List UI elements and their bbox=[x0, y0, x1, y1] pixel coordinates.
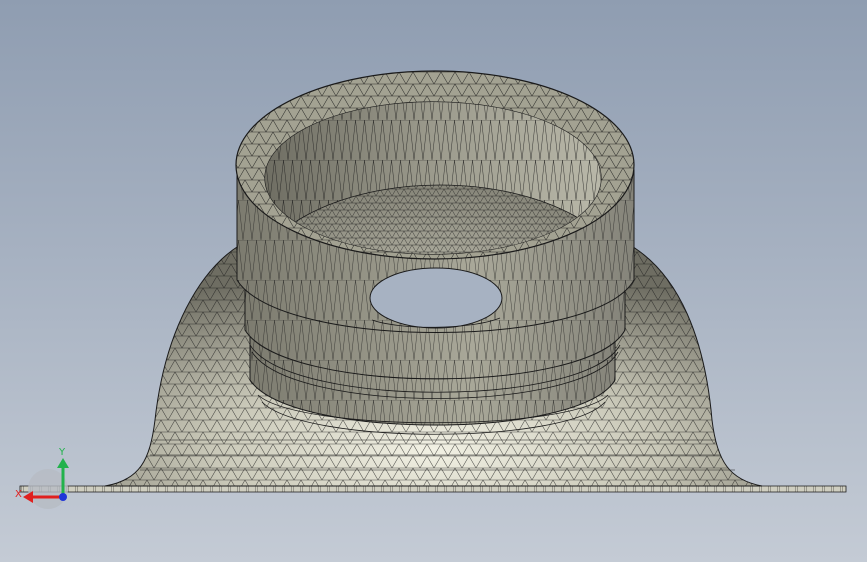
model-render[interactable]: Y X bbox=[0, 0, 867, 562]
y-axis-label: Y bbox=[58, 447, 66, 458]
x-axis-arrowhead bbox=[23, 491, 33, 503]
3d-viewport[interactable]: Y X bbox=[0, 0, 867, 562]
coordinate-triad: Y X bbox=[15, 447, 69, 509]
z-axis-dot bbox=[59, 493, 67, 501]
base-flange bbox=[19, 485, 847, 493]
x-axis-label: X bbox=[15, 489, 22, 500]
center-hole bbox=[369, 267, 503, 329]
y-axis-arrowhead bbox=[57, 458, 69, 468]
